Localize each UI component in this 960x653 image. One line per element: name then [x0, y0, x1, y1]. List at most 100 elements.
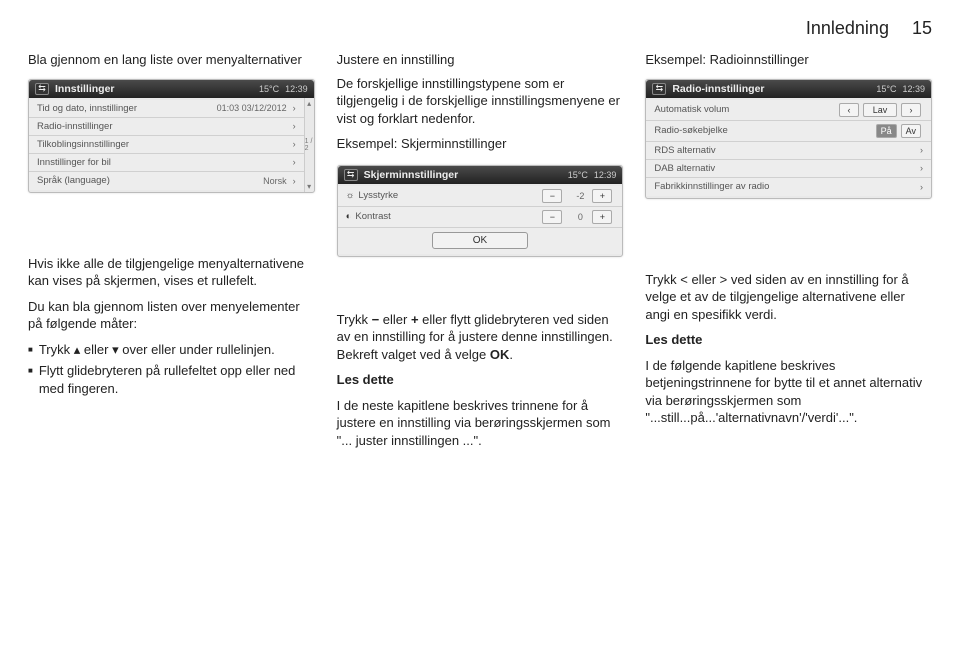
- chapter-name: Innledning: [806, 18, 889, 38]
- col1-bullets: Trykk ▴ eller ▾ over eller under rulleli…: [28, 341, 315, 402]
- text: .: [509, 347, 513, 362]
- text: Trykk: [337, 312, 372, 327]
- auto-volume-row: Automatisk volum ‹ Lav ›: [646, 100, 931, 121]
- settings-row[interactable]: Tid og dato, innstillinger 01:03 03/12/2…: [29, 100, 304, 118]
- row-val: Norsk: [263, 176, 287, 186]
- col1-heading: Bla gjennom en lang liste over menyalter…: [28, 51, 315, 69]
- column-2: Justere en innstilling De forskjellige i…: [337, 51, 624, 458]
- contrast-icon: ◐: [346, 211, 352, 222]
- row-val: 01:03 03/12/2012: [217, 103, 287, 113]
- back-icon[interactable]: ⇆: [35, 83, 49, 95]
- brightness-row: ☼ Lysstyrke − -2 +: [338, 186, 623, 207]
- ok-button[interactable]: OK: [432, 232, 528, 249]
- sun-icon: ☼: [346, 190, 355, 201]
- col3-les-dette: Les dette: [645, 331, 932, 349]
- chevron-right-icon: ›: [920, 182, 923, 192]
- col3-p1: Trykk < eller > ved siden av en innstill…: [645, 271, 932, 324]
- contrast-row: ◐ Kontrast − 0 +: [338, 207, 623, 228]
- settings-title-bar: ⇆ Innstillinger 15°C 12:39: [29, 80, 314, 98]
- settings-row[interactable]: Innstillinger for bil ›: [29, 154, 304, 172]
- col1-p2: Du kan bla gjennom listen over menyeleme…: [28, 298, 315, 333]
- auto-volume-value: Lav: [863, 103, 897, 117]
- col2-p3: Trykk − eller + eller flytt glidebrytere…: [337, 311, 624, 364]
- settings-title: Innstillinger: [55, 83, 253, 95]
- settings-row[interactable]: Radio-innstillinger ›: [29, 118, 304, 136]
- radio-temp: 15°C: [876, 84, 896, 94]
- radio-title: Radio-innstillinger: [672, 83, 870, 95]
- row-label: Automatisk volum: [654, 104, 837, 115]
- radio-time: 12:39: [902, 84, 925, 94]
- contrast-value: 0: [570, 212, 590, 222]
- chevron-right-icon: ›: [293, 157, 296, 167]
- chevron-right-icon: ›: [293, 103, 296, 113]
- text: Trykk: [645, 272, 680, 287]
- col2-les-dette: Les dette: [337, 371, 624, 389]
- chevron-right-icon: ›: [293, 121, 296, 131]
- text: eller: [688, 272, 720, 287]
- on-button[interactable]: På: [876, 124, 897, 138]
- back-icon[interactable]: ⇆: [652, 83, 666, 95]
- chevron-right-icon: ›: [293, 176, 296, 186]
- col2-heading: Justere en innstilling: [337, 51, 624, 69]
- plus-button[interactable]: +: [592, 189, 612, 203]
- page-indicator: 1 / 2: [305, 138, 314, 152]
- col2-p2: Eksempel: Skjerminnstillinger: [337, 135, 624, 153]
- row-label: Innstillinger for bil: [37, 157, 287, 168]
- row-label: DAB alternativ: [654, 163, 914, 174]
- brightness-value: -2: [570, 191, 590, 201]
- scroll-down-icon[interactable]: ▾: [307, 182, 311, 191]
- ok-label: OK: [490, 347, 510, 362]
- settings-row[interactable]: Tilkoblingsinnstillinger ›: [29, 136, 304, 154]
- bullet-1: Trykk ▴ eller ▾ over eller under rulleli…: [28, 341, 315, 359]
- radio-settings-screen: ⇆ Radio-innstillinger 15°C 12:39 Automat…: [645, 79, 932, 199]
- scrollbar[interactable]: ▴ 1 / 2 ▾: [304, 98, 314, 192]
- display-title: Skjerminnstillinger: [364, 169, 562, 181]
- row-label: Tilkoblingsinnstillinger: [37, 139, 287, 150]
- row-label: Radio-søkebjelke: [654, 125, 873, 136]
- off-button[interactable]: Av: [901, 124, 921, 138]
- seekbar-row: Radio-søkebjelke På Av: [646, 121, 931, 142]
- column-1: Bla gjennom en lang liste over menyalter…: [28, 51, 315, 458]
- row-label: Tid og dato, innstillinger: [37, 103, 211, 114]
- settings-time: 12:39: [285, 84, 308, 94]
- rds-row[interactable]: RDS alternativ ›: [646, 142, 931, 160]
- left-arrow-button[interactable]: ‹: [839, 103, 859, 117]
- col2-p1: De forskjellige innstillingstypene som e…: [337, 75, 624, 128]
- chevron-right-icon: ›: [920, 163, 923, 173]
- text: eller: [379, 312, 411, 327]
- settings-row[interactable]: Språk (language) Norsk ›: [29, 172, 304, 190]
- page-header: Innledning 15: [28, 18, 932, 39]
- dab-row[interactable]: DAB alternativ ›: [646, 160, 931, 178]
- minus-button[interactable]: −: [542, 189, 562, 203]
- text: Trykk: [39, 342, 74, 357]
- col3-p2: I de følgende kapitlene beskrives betjen…: [645, 357, 932, 427]
- plus-glyph: +: [411, 312, 419, 327]
- display-time: 12:39: [594, 170, 617, 180]
- minus-button[interactable]: −: [542, 210, 562, 224]
- lt-glyph: <: [680, 272, 688, 287]
- settings-temp: 15°C: [259, 84, 279, 94]
- display-settings-screen: ⇆ Skjerminnstillinger 15°C 12:39 ☼ Lysst…: [337, 165, 624, 257]
- chevron-right-icon: ›: [293, 139, 296, 149]
- contrast-label: Kontrast: [355, 211, 540, 222]
- text: over eller under rullelinjen.: [119, 342, 275, 357]
- scroll-up-icon[interactable]: ▴: [307, 99, 311, 108]
- back-icon[interactable]: ⇆: [344, 169, 358, 181]
- col3-heading: Eksempel: Radioinnstillinger: [645, 51, 932, 69]
- factory-row[interactable]: Fabrikkinnstillinger av radio ›: [646, 178, 931, 196]
- chevron-right-icon: ›: [920, 145, 923, 155]
- col1-p1: Hvis ikke alle de tilgjengelige menyalte…: [28, 255, 315, 290]
- bullet-2: Flytt glidebryteren på rullefeltet opp e…: [28, 362, 315, 397]
- right-arrow-button[interactable]: ›: [901, 103, 921, 117]
- text: eller: [80, 342, 112, 357]
- display-temp: 15°C: [568, 170, 588, 180]
- plus-button[interactable]: +: [592, 210, 612, 224]
- brightness-label: Lysstyrke: [358, 190, 540, 201]
- col2-p4: I de neste kapitlene beskrives trinnene …: [337, 397, 624, 450]
- ok-row: OK: [338, 228, 623, 254]
- page-number: 15: [912, 18, 932, 38]
- radio-title-bar: ⇆ Radio-innstillinger 15°C 12:39: [646, 80, 931, 98]
- row-label: Fabrikkinnstillinger av radio: [654, 181, 914, 192]
- row-label: Språk (language): [37, 175, 257, 186]
- row-label: RDS alternativ: [654, 145, 914, 156]
